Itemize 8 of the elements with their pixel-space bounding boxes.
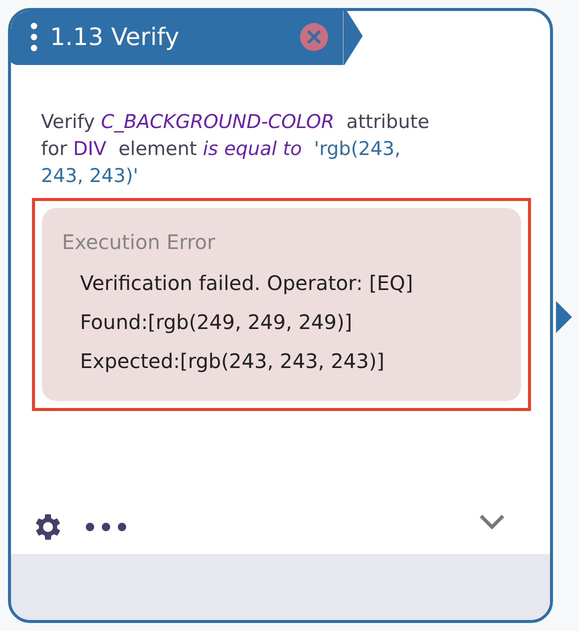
side-arrow-icon[interactable]: [556, 301, 572, 333]
error-title: Execution Error: [62, 230, 216, 254]
more-icon[interactable]: [85, 522, 127, 532]
step-description: Verify C_BACKGROUND-COLOR attribute for DIV element is equal to 'rgb(243, 243, 243)': [41, 110, 430, 189]
kebab-menu-icon[interactable]: [30, 22, 38, 52]
chevron-down-icon[interactable]: [479, 514, 505, 530]
error-message: Verification failed. Operator: [EQ] Found:[rgb(249, 249, 249)] Expected:[rgb(243, 243, 243)]: [80, 270, 414, 375]
step-title: 1.13 Verify: [50, 22, 180, 50]
